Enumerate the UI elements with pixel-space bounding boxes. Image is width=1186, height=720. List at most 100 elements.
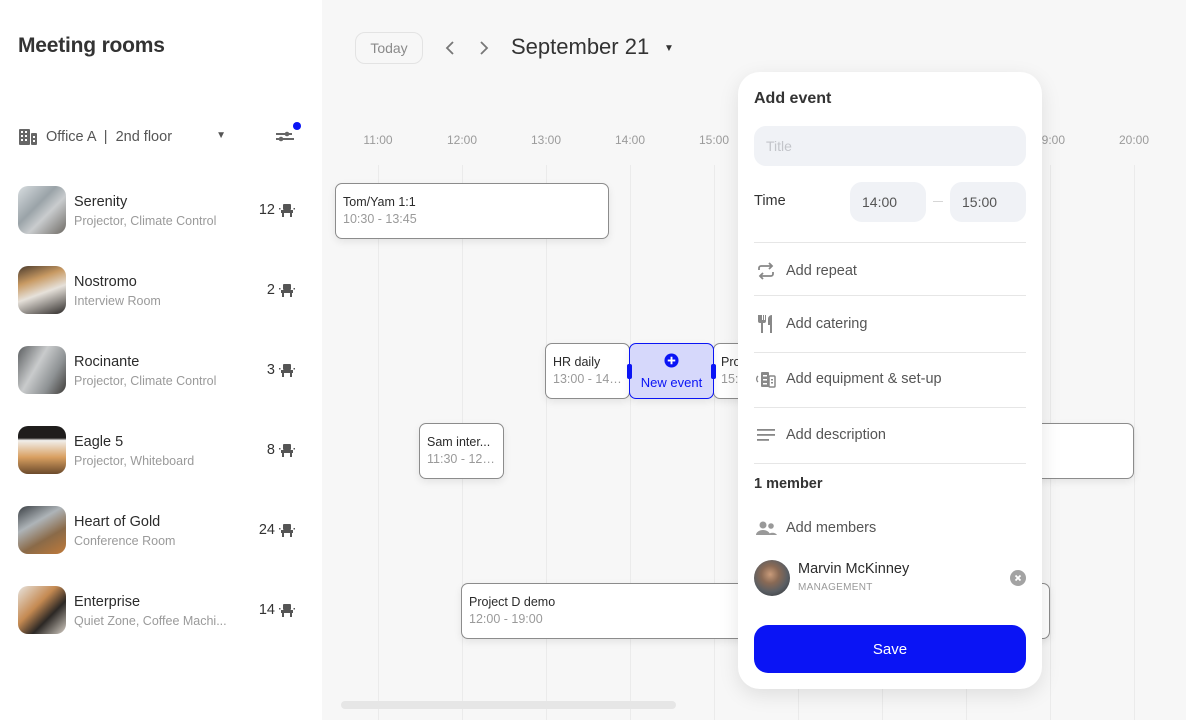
member-name: Marvin McKinney (798, 561, 910, 577)
hour-label: 11:00 (363, 133, 393, 147)
room-item-heart-of-gold[interactable]: Heart of Gold Conference Room 24 (18, 504, 308, 584)
room-features: Projector, Climate Control (74, 374, 217, 388)
room-name: Nostromo (74, 274, 137, 290)
date-picker-title[interactable]: September 21 (511, 34, 649, 60)
time-label: Time (754, 193, 786, 209)
divider (754, 295, 1026, 296)
option-label: Add repeat (786, 263, 857, 279)
resize-handle-left[interactable] (627, 364, 632, 379)
hour-label: 20:00 (1118, 133, 1150, 147)
new-event-block[interactable]: New event (627, 343, 716, 399)
capacity-value: 12 (258, 202, 275, 218)
event-time: 10:30 - 13:45 (343, 212, 417, 226)
filter-button[interactable] (272, 120, 302, 150)
event-title-input[interactable] (754, 126, 1026, 166)
divider (754, 352, 1026, 353)
hour-label: 13:00 (530, 133, 562, 147)
room-features: Interview Room (74, 294, 161, 308)
avatar (754, 560, 790, 596)
room-capacity: 14 (259, 602, 295, 618)
room-photo (18, 346, 66, 394)
event-title: Sam inter... (427, 435, 491, 449)
capacity-value: 8 (266, 442, 275, 458)
members-count-label: 1 member (754, 476, 823, 492)
room-features: Quiet Zone, Coffee Machi... (74, 614, 227, 628)
room-list: Serenity Projector, Climate Control 12 N… (18, 184, 308, 664)
office-floor-dropdown[interactable]: Office A | 2nd floor ▼ (18, 126, 230, 148)
resize-handle-right[interactable] (711, 364, 716, 379)
option-label: Add catering (786, 316, 868, 332)
page-title: Meeting rooms (18, 34, 165, 57)
room-name: Enterprise (74, 594, 141, 610)
event-block[interactable]: HR daily 13:00 - 14:... (545, 343, 630, 399)
seat-icon (279, 204, 295, 217)
room-capacity: 8 (267, 442, 295, 458)
cutlery-icon (758, 315, 772, 333)
capacity-value: 3 (266, 362, 275, 378)
event-time: 11:30 - 12:30 (427, 452, 496, 466)
room-features: Projector, Climate Control (74, 214, 217, 228)
caret-down-icon: ▼ (216, 130, 226, 141)
time-separator (933, 201, 943, 202)
option-label: Add members (786, 520, 877, 536)
room-capacity: 24 (259, 522, 295, 538)
room-photo (18, 266, 66, 314)
room-photo (18, 186, 66, 234)
start-time-input[interactable] (850, 182, 926, 222)
event-title: HR daily (553, 355, 601, 369)
caret-down-icon[interactable]: ▼ (664, 43, 674, 54)
add-event-dialog: Add event Time Add repeat Add catering A… (738, 72, 1042, 689)
description-icon (757, 429, 775, 441)
seat-icon (279, 524, 295, 537)
seat-icon (279, 444, 295, 457)
room-item-nostromo[interactable]: Nostromo Interview Room 2 (18, 264, 308, 344)
add-repeat-option[interactable]: Add repeat (754, 256, 1026, 286)
office-floor-label: Office A | 2nd floor (46, 129, 173, 145)
hour-label: 12:00 (446, 133, 478, 147)
hour-gridline (1134, 165, 1135, 720)
room-item-eagle-5[interactable]: Eagle 5 Projector, Whiteboard 8 (18, 424, 308, 504)
event-time: 13:00 - 14:... (553, 372, 622, 386)
member-role: MANAGEMENT (798, 582, 873, 593)
room-item-rocinante[interactable]: Rocinante Projector, Climate Control 3 (18, 344, 308, 424)
hour-label: 14:00 (614, 133, 646, 147)
previous-day-button[interactable] (439, 36, 461, 60)
add-members-option[interactable]: Add members (754, 513, 1026, 543)
divider (754, 463, 1026, 464)
sidebar: Meeting rooms Office A | 2nd floor ▼ Ser… (0, 0, 322, 720)
add-catering-option[interactable]: Add catering (754, 309, 1026, 339)
seat-icon (279, 284, 295, 297)
people-icon (756, 521, 777, 535)
event-title: Tom/Yam 1:1 (343, 195, 416, 209)
add-equipment-option[interactable]: Add equipment & set-up (754, 364, 1026, 394)
dialog-title: Add event (754, 90, 832, 107)
seat-icon (279, 364, 295, 377)
capacity-value: 2 (266, 282, 275, 298)
room-features: Conference Room (74, 534, 176, 548)
option-label: Add description (786, 427, 886, 443)
room-features: Projector, Whiteboard (74, 454, 195, 468)
room-capacity: 2 (267, 282, 295, 298)
event-block[interactable]: Tom/Yam 1:1 10:30 - 13:45 (335, 183, 609, 239)
divider (754, 407, 1026, 408)
event-block[interactable]: Sam inter... 11:30 - 12:30 (419, 423, 504, 479)
room-capacity: 12 (259, 202, 295, 218)
add-description-option[interactable]: Add description (754, 420, 1026, 450)
seat-icon (279, 604, 295, 617)
horizontal-scrollbar[interactable] (341, 701, 676, 709)
room-item-serenity[interactable]: Serenity Projector, Climate Control 12 (18, 184, 308, 264)
next-day-button[interactable] (473, 36, 495, 60)
close-icon (1014, 574, 1022, 582)
equipment-icon (756, 372, 776, 388)
room-item-enterprise[interactable]: Enterprise Quiet Zone, Coffee Machi... 1… (18, 584, 308, 664)
room-photo (18, 426, 66, 474)
building-icon (19, 129, 37, 145)
today-button[interactable]: Today (355, 32, 423, 64)
hour-label: 15:00 (698, 133, 730, 147)
remove-member-button[interactable] (1010, 570, 1026, 586)
plus-circle-icon (664, 353, 679, 368)
divider (754, 242, 1026, 243)
save-button[interactable]: Save (754, 625, 1026, 673)
end-time-input[interactable] (950, 182, 1026, 222)
room-name: Serenity (74, 194, 128, 210)
